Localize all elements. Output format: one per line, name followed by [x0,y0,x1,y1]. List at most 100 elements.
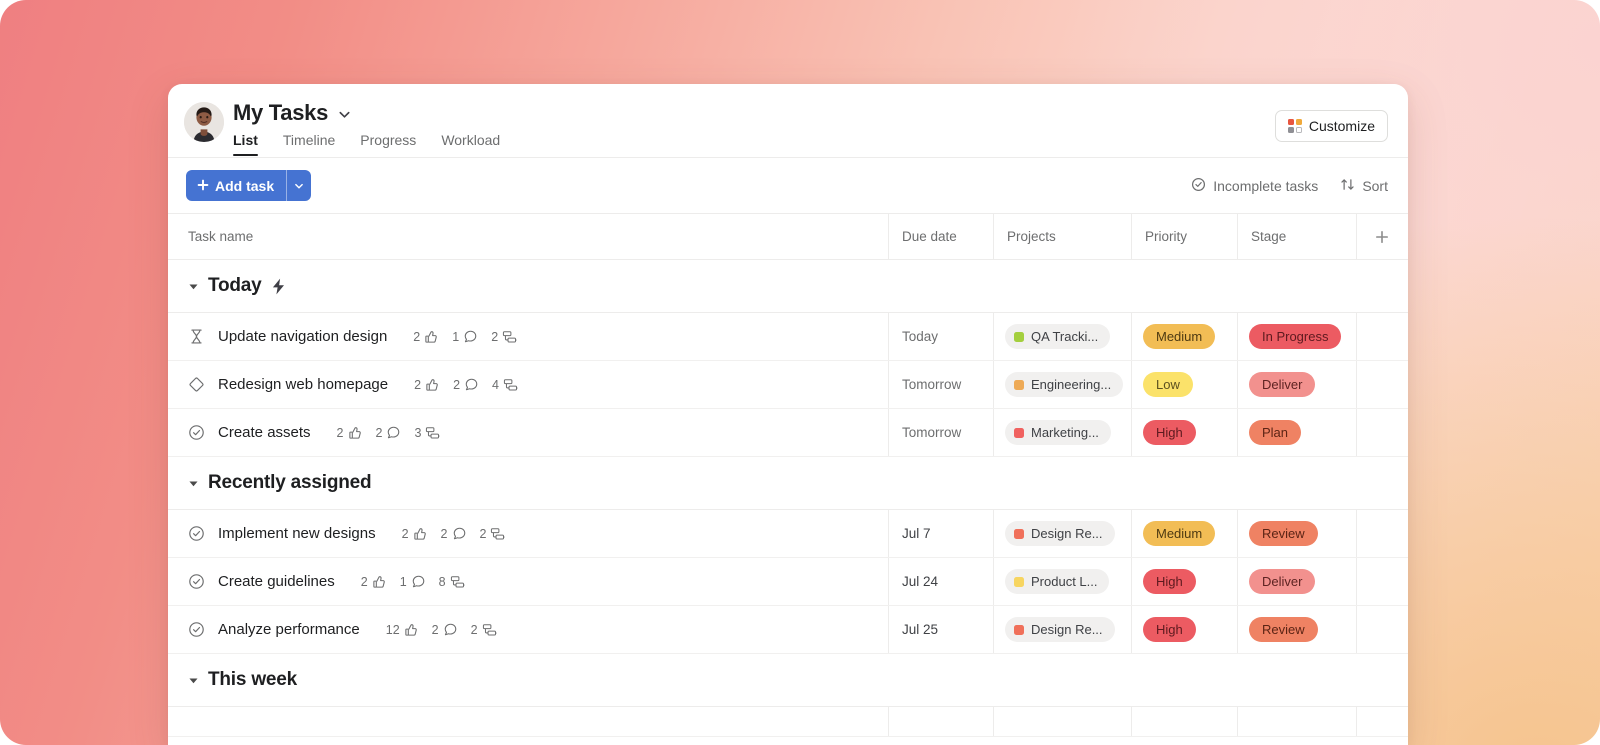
project-pill[interactable]: Product L... [1005,569,1110,594]
title-row[interactable]: My Tasks [233,100,352,126]
task-name-cell[interactable]: Create assets 2 2 3 [168,409,888,456]
column-header-priority[interactable]: Priority [1145,214,1187,259]
add-column-button[interactable] [1356,214,1408,259]
stage-badge[interactable]: Review [1249,617,1318,642]
priority-cell[interactable]: Medium [1131,510,1237,557]
like-count[interactable]: 2 [414,377,440,392]
project-cell[interactable]: Engineering... [993,361,1131,408]
column-header-due-date[interactable]: Due date [902,214,957,259]
table-row[interactable]: Implement new designs 2 2 2 Jul 7 Design Re..… [168,510,1408,558]
table-row[interactable]: Create guidelines 2 1 8 Jul 24 Product L... Hi… [168,558,1408,606]
task-name-cell[interactable]: Create guidelines 2 1 8 [168,558,888,605]
stage-cell[interactable]: Deliver [1237,361,1356,408]
task-name-cell[interactable]: Analyze performance 12 2 2 [168,606,888,653]
section-header-recently-assigned[interactable]: Recently assigned [168,457,1408,509]
subtask-count[interactable]: 2 [480,526,507,542]
caret-down-icon[interactable] [188,675,199,686]
add-task-button[interactable]: Add task [186,170,312,201]
tab-workload[interactable]: Workload [441,132,500,156]
section-header-this-week[interactable]: This week [168,654,1408,706]
check-circle-icon[interactable] [188,525,206,543]
filter-incomplete-tasks[interactable]: Incomplete tasks [1191,177,1318,195]
stage-cell[interactable]: Review [1237,510,1356,557]
project-cell[interactable]: Design Re... [993,510,1131,557]
avatar[interactable] [184,102,224,142]
stage-badge[interactable]: Review [1249,521,1318,546]
project-pill[interactable]: Engineering... [1005,372,1124,397]
project-cell[interactable]: QA Tracki... [993,313,1131,360]
priority-cell[interactable]: Low [1131,361,1237,408]
due-date-cell[interactable]: Tomorrow [888,361,993,408]
add-task-main[interactable]: Add task [186,170,286,201]
table-row[interactable]: Update navigation design 2 1 2 Today QA Track… [168,313,1408,361]
comment-count[interactable]: 2 [376,425,402,440]
table-row[interactable]: Create assets 2 2 3 Tomorrow Marketing... High… [168,409,1408,457]
check-circle-icon[interactable] [188,621,206,639]
due-date-cell[interactable]: Jul 24 [888,558,993,605]
project-pill[interactable]: Design Re... [1005,521,1115,546]
like-count[interactable]: 2 [413,329,439,344]
column-header-projects[interactable]: Projects [1007,214,1056,259]
priority-cell[interactable]: High [1131,409,1237,456]
like-count[interactable]: 2 [361,574,387,589]
task-name-cell[interactable]: Update navigation design 2 1 2 [168,313,888,360]
table-row[interactable]: Analyze performance 12 2 2 Jul 25 Design Re..… [168,606,1408,654]
stage-cell[interactable]: Review [1237,606,1356,653]
project-pill[interactable]: Marketing... [1005,420,1111,445]
project-pill[interactable]: QA Tracki... [1005,324,1111,349]
priority-cell[interactable]: High [1131,558,1237,605]
priority-badge[interactable]: Medium [1143,324,1216,349]
subtask-count[interactable]: 8 [439,574,466,590]
section-header-today[interactable]: Today [168,260,1408,312]
diamond-icon[interactable] [188,376,206,394]
project-cell[interactable]: Marketing... [993,409,1131,456]
like-count[interactable]: 2 [402,526,428,541]
priority-badge[interactable]: High [1143,420,1196,445]
table-row[interactable]: Redesign web homepage 2 2 4 Tomorrow Engineer… [168,361,1408,409]
priority-cell[interactable]: Medium [1131,313,1237,360]
hourglass-icon[interactable] [188,328,206,346]
customize-button[interactable]: Customize [1274,110,1388,142]
column-header-stage[interactable]: Stage [1251,214,1286,259]
due-date-cell[interactable]: Jul 7 [888,510,993,557]
check-circle-icon[interactable] [188,424,206,442]
comment-count[interactable]: 2 [441,526,467,541]
priority-badge[interactable]: High [1143,569,1196,594]
like-count[interactable]: 2 [337,425,363,440]
comment-count[interactable]: 2 [432,622,458,637]
stage-badge[interactable]: In Progress [1249,324,1342,349]
stage-cell[interactable]: Deliver [1237,558,1356,605]
tab-progress[interactable]: Progress [360,132,416,156]
column-header-task-name[interactable]: Task name [188,214,253,259]
priority-cell[interactable]: High [1131,606,1237,653]
stage-badge[interactable]: Plan [1249,420,1302,445]
priority-badge[interactable]: High [1143,617,1196,642]
stage-badge[interactable]: Deliver [1249,569,1316,594]
chevron-down-icon[interactable] [337,105,352,122]
subtask-count[interactable]: 2 [471,622,498,638]
table-row[interactable] [168,707,1408,737]
task-name-cell[interactable]: Implement new designs 2 2 2 [168,510,888,557]
stage-cell[interactable]: Plan [1237,409,1356,456]
tab-list[interactable]: List [233,132,258,156]
tab-timeline[interactable]: Timeline [283,132,335,156]
project-pill[interactable]: Design Re... [1005,617,1115,642]
caret-down-icon[interactable] [188,281,199,292]
project-cell[interactable]: Product L... [993,558,1131,605]
caret-down-icon[interactable] [188,478,199,489]
subtask-count[interactable]: 2 [491,329,518,345]
task-name-cell[interactable]: Redesign web homepage 2 2 4 [168,361,888,408]
sort-button[interactable]: Sort [1340,177,1388,195]
due-date-cell[interactable]: Jul 25 [888,606,993,653]
stage-badge[interactable]: Deliver [1249,372,1316,397]
comment-count[interactable]: 1 [452,329,478,344]
stage-cell[interactable]: In Progress [1237,313,1356,360]
comment-count[interactable]: 2 [453,377,479,392]
priority-badge[interactable]: Medium [1143,521,1216,546]
subtask-count[interactable]: 3 [414,425,441,441]
project-cell[interactable]: Design Re... [993,606,1131,653]
add-task-dropdown-button[interactable] [287,170,311,201]
check-circle-icon[interactable] [188,573,206,591]
subtask-count[interactable]: 4 [492,377,519,393]
like-count[interactable]: 12 [386,622,419,637]
